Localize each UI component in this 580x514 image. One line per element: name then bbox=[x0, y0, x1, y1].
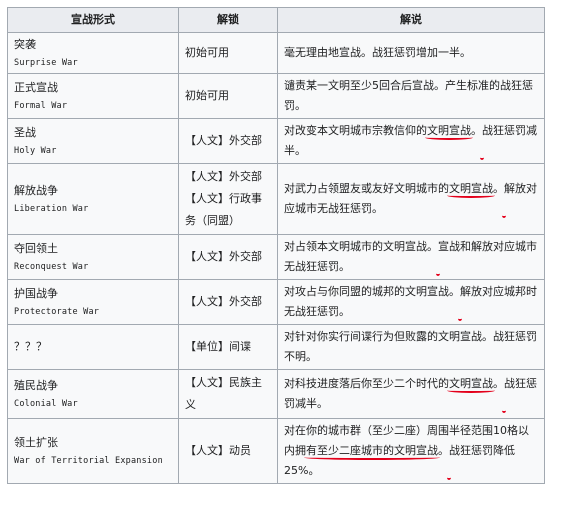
unlock-cell: 初始可用 bbox=[178, 73, 278, 119]
description-text: 毫无理由地宣战。战狂惩罚增加一半。 bbox=[284, 46, 471, 59]
description-cell: 对在你的城市群（至少二座）周围半径范围10格以内拥有至少二座城市的文明宣战。战狂… bbox=[277, 418, 545, 484]
unlock-cell: 【人文】民族主义 bbox=[178, 369, 278, 419]
war-type-cell: ？？？ bbox=[7, 324, 179, 370]
war-type-cell: 殖民战争 Colonial War bbox=[7, 369, 179, 419]
description-text: 。 bbox=[308, 464, 320, 477]
header-war-type: 宣战形式 bbox=[7, 7, 179, 33]
highlighted-text: 文明宣战 bbox=[449, 182, 493, 195]
war-type-cell: 正式宣战 Formal War bbox=[7, 73, 179, 119]
unlock-requirement: 【人文】外交部 bbox=[185, 295, 262, 308]
unlock-requirement: 【人文】民族主义 bbox=[185, 376, 262, 411]
war-type-english: Liberation War bbox=[14, 204, 89, 214]
unlock-cell: 初始可用 bbox=[178, 32, 278, 74]
unlock-cell: 【单位】间谍 bbox=[178, 324, 278, 370]
unlock-requirement: 【人文】外交部 bbox=[185, 134, 262, 147]
table-row: 正式宣战 Formal War 初始可用 谴责某一文明至少5回合后宣战。产生标准的战狂… bbox=[7, 73, 545, 119]
unlock-cell: 【人文】外交部 bbox=[178, 234, 278, 280]
war-type-english: Formal War bbox=[14, 101, 68, 111]
war-type-name: 领土扩张 bbox=[14, 436, 58, 449]
unlock-requirement: 【人文】动员 bbox=[185, 444, 251, 457]
war-type-name: 殖民战争 bbox=[14, 379, 58, 392]
war-type-english: Protectorate War bbox=[14, 307, 100, 317]
description-text: 对占领本文明城市的文明宣战。 bbox=[284, 240, 438, 253]
description-text: 对改变本文明城市宗教信仰的 bbox=[284, 124, 427, 137]
war-type-english: Reconquest War bbox=[14, 262, 89, 272]
unlock-requirement: 初始可用 bbox=[185, 46, 229, 59]
description-text: 对科技进度落后你至少二个时代的 bbox=[284, 377, 449, 390]
table-row: 护国战争 Protectorate War 【人文】外交部 对攻占与你同盟的城邦的文明… bbox=[7, 279, 545, 325]
description-text: 。 bbox=[317, 397, 328, 410]
description-text: 对针对你实行间谍行为但败露的文明宣战。战狂惩罚不明。 bbox=[284, 330, 537, 363]
description-cell: 对武力占领盟友或友好文明城市的文明宣战。解放对应城市无战狂惩罚。 bbox=[277, 163, 545, 235]
highlighted-text: 有至少二座城市的文明宣战 bbox=[306, 444, 438, 457]
description-cell: 对改变本文明城市宗教信仰的文明宣战。战狂惩罚减半。 bbox=[277, 118, 545, 164]
description-text: 。 bbox=[372, 202, 383, 215]
table-row: 夺回领土 Reconquest War 【人文】外交部 对占领本文明城市的文明宣战。宣… bbox=[7, 234, 545, 280]
war-type-name: 夺回领土 bbox=[14, 242, 58, 255]
unlock-cell: 【人文】外交部 bbox=[178, 279, 278, 325]
table-row: 突袭 Surprise War 初始可用 毫无理由地宣战。战狂惩罚增加一半。 bbox=[7, 32, 545, 74]
war-type-name: 解放战争 bbox=[14, 184, 58, 197]
war-type-cell: 突袭 Surprise War bbox=[7, 32, 179, 74]
description-cell: 对攻占与你同盟的城邦的文明宣战。解放对应城邦时无战狂惩罚。 bbox=[277, 279, 545, 325]
header-unlock: 解锁 bbox=[178, 7, 278, 33]
header-description: 解说 bbox=[277, 7, 545, 33]
war-type-name: 圣战 bbox=[14, 126, 36, 139]
war-type-name: 护国战争 bbox=[14, 287, 58, 300]
unlock-cell: 【人文】动员 bbox=[178, 418, 278, 484]
unlock-requirement: 【单位】间谍 bbox=[185, 340, 251, 353]
war-type-cell: 护国战争 Protectorate War bbox=[7, 279, 179, 325]
table-header-row: 宣战形式 解锁 解说 bbox=[7, 7, 545, 33]
war-type-english: War of Territorial Expansion bbox=[14, 456, 163, 466]
table-row: 圣战 Holy War 【人文】外交部 对改变本文明城市宗教信仰的文明宣战。战狂惩罚减… bbox=[7, 118, 545, 164]
war-type-name: 突袭 bbox=[14, 38, 36, 51]
unlock-cell: 【人文】外交部 bbox=[178, 118, 278, 164]
description-text: 。 bbox=[339, 305, 350, 318]
war-type-english: Surprise War bbox=[14, 58, 78, 68]
description-text: 。 bbox=[295, 144, 306, 157]
description-text: 谴责某一文明至少5回合后宣战。产生标准的战狂惩罚。 bbox=[284, 79, 533, 112]
unlock-requirement: 【人文】行政事务（同盟） bbox=[185, 192, 262, 227]
unlock-requirement: 【人文】外交部 bbox=[185, 170, 262, 183]
highlighted-text: 文明宣战 bbox=[427, 124, 471, 137]
description-text: 对武力占领盟友或友好文明城市的 bbox=[284, 182, 449, 195]
description-cell: 毫无理由地宣战。战狂惩罚增加一半。 bbox=[277, 32, 545, 74]
war-type-name: ？？？ bbox=[14, 340, 47, 353]
war-type-english: Colonial War bbox=[14, 399, 78, 409]
description-text: 对攻占与你同盟的城邦的文明宣战。 bbox=[284, 285, 460, 298]
unlock-requirement: 初始可用 bbox=[185, 89, 229, 102]
war-type-cell: 圣战 Holy War bbox=[7, 118, 179, 164]
table-row: 领土扩张 War of Territorial Expansion 【人文】动员 对在… bbox=[7, 418, 545, 484]
war-types-table: 宣战形式 解锁 解说 突袭 Surprise War 初始可用 毫无理由地宣战。战狂惩… bbox=[7, 7, 545, 484]
war-type-cell: 解放战争 Liberation War bbox=[7, 163, 179, 235]
description-text: 。 bbox=[339, 260, 350, 273]
description-cell: 谴责某一文明至少5回合后宣战。产生标准的战狂惩罚。 bbox=[277, 73, 545, 119]
war-type-cell: 夺回领土 Reconquest War bbox=[7, 234, 179, 280]
unlock-cell: 【人文】外交部【人文】行政事务（同盟） bbox=[178, 163, 278, 235]
table-row: 解放战争 Liberation War 【人文】外交部【人文】行政事务（同盟） 对武力… bbox=[7, 163, 545, 235]
description-cell: 对占领本文明城市的文明宣战。宣战和解放对应城市无战狂惩罚。 bbox=[277, 234, 545, 280]
table-row: ？？？ 【单位】间谍 对针对你实行间谍行为但败露的文明宣战。战狂惩罚不明。 bbox=[7, 324, 545, 370]
highlighted-text: 文明宣战 bbox=[449, 377, 493, 390]
unlock-requirement: 【人文】外交部 bbox=[185, 250, 262, 263]
description-cell: 对科技进度落后你至少二个时代的文明宣战。战狂惩罚减半。 bbox=[277, 369, 545, 419]
war-type-name: 正式宣战 bbox=[14, 81, 58, 94]
table-row: 殖民战争 Colonial War 【人文】民族主义 对科技进度落后你至少二个时代的文… bbox=[7, 369, 545, 419]
war-type-cell: 领土扩张 War of Territorial Expansion bbox=[7, 418, 179, 484]
war-type-english: Holy War bbox=[14, 146, 57, 156]
description-cell: 对针对你实行间谍行为但败露的文明宣战。战狂惩罚不明。 bbox=[277, 324, 545, 370]
